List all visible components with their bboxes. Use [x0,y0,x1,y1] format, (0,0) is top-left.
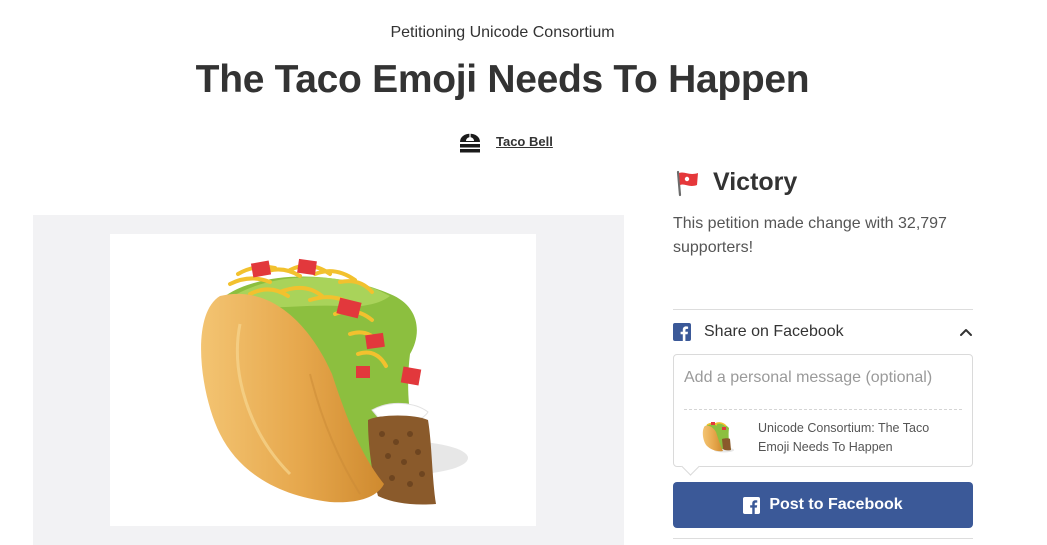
victory-text: This petition made change with 32,797 su… [673,215,947,256]
share-facebook-label: Share on Facebook [704,323,844,340]
divider [673,538,973,539]
share-facebook-toggle[interactable]: Share on Facebook [673,320,973,344]
petition-media [33,215,624,545]
personal-message-input[interactable] [679,360,964,396]
petition-starter: Taco Bell [457,126,553,156]
petition-target: Petitioning Unicode Consortium [390,24,615,41]
post-button-label: Post to Facebook [769,496,903,513]
post-to-facebook-button[interactable]: Post to Facebook [673,482,973,528]
victory-flag-icon [676,170,698,196]
facebook-icon [743,496,761,514]
chevron-up-icon[interactable] [959,327,973,337]
facebook-icon [673,323,691,341]
page-title: The Taco Emoji Needs To Happen [195,58,810,101]
taco-bell-logo-icon[interactable] [457,126,483,156]
share-preview-title: Unicode Consortium: The Taco Emoji Needs… [758,421,930,454]
starter-name-link[interactable]: Taco Bell [496,134,553,149]
facebook-share-box: Unicode Consortium: The Taco Emoji Needs… [673,354,973,467]
divider [673,309,973,310]
taco-thumbnail-icon [702,422,734,453]
taco-emoji-image [110,234,536,526]
victory-title: Victory [713,168,798,196]
dashed-divider [684,409,962,410]
victory-header: Victory [673,168,797,197]
